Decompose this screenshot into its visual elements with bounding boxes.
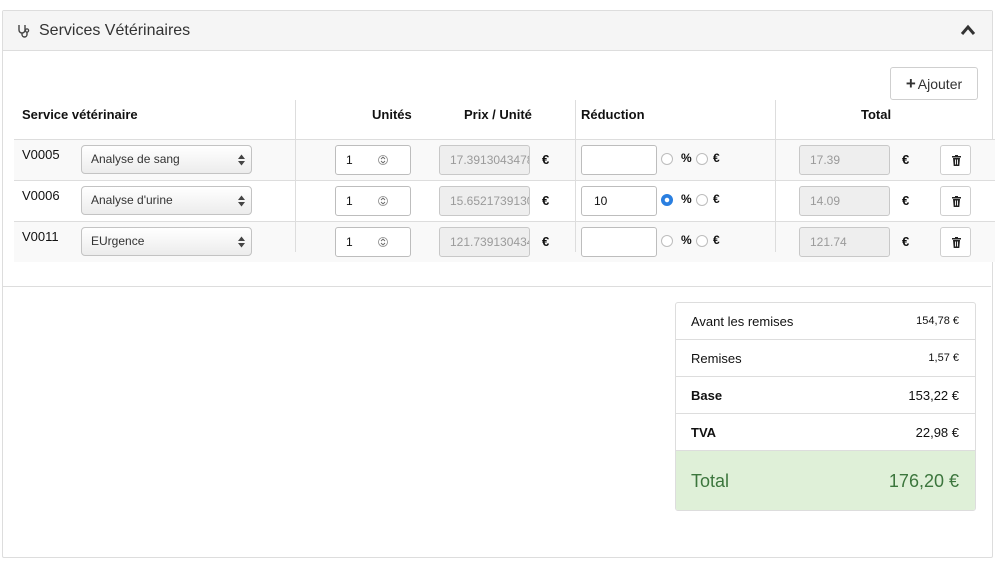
row-total-value: 14.09: [810, 194, 841, 208]
service-select[interactable]: Analyse de sang: [81, 145, 252, 174]
totals-summary: Avant les remises 154,78 € Remises 1,57 …: [675, 302, 976, 511]
discount-euro-radio[interactable]: [696, 153, 708, 165]
discount-input[interactable]: [581, 145, 657, 175]
currency-symbol: €: [902, 152, 910, 167]
row-total-field: 121.74: [799, 227, 890, 257]
trash-icon: [952, 155, 961, 166]
discount-value: 10: [594, 194, 608, 208]
row-divider: [14, 221, 995, 222]
summary-base: Base 153,22 €: [676, 377, 975, 414]
delete-row-button[interactable]: [940, 145, 971, 175]
unit-price-value: 17.3913043478: [450, 153, 530, 167]
currency-symbol: €: [542, 193, 550, 208]
delete-row-button[interactable]: [940, 186, 971, 216]
currency-symbol: €: [902, 234, 910, 249]
panel-title: Services Vétérinaires: [39, 22, 191, 39]
units-value: 1: [346, 194, 353, 208]
discount-percent-radio[interactable]: [661, 194, 673, 206]
select-arrows-icon: [238, 236, 245, 248]
row-total-value: 17.39: [810, 153, 841, 167]
discount-input[interactable]: 10: [581, 186, 657, 216]
service-select-value: EUrgence: [91, 234, 145, 248]
discount-percent-radio[interactable]: [661, 153, 673, 165]
select-arrows-icon: [238, 154, 245, 166]
summary-value: 1,57 €: [928, 352, 959, 364]
service-code: V0005: [22, 147, 60, 162]
row-total-field: 17.39: [799, 145, 890, 175]
summary-value: 154,78 €: [916, 315, 959, 327]
spinner-icon[interactable]: [378, 235, 388, 249]
chevron-up-icon[interactable]: [960, 23, 976, 37]
discount-percent-radio[interactable]: [661, 235, 673, 247]
row-divider: [14, 139, 995, 140]
euro-label: €: [713, 192, 720, 206]
summary-value: 153,22 €: [908, 388, 959, 403]
percent-label: %: [681, 233, 692, 247]
column-divider: [775, 100, 776, 252]
service-code: V0006: [22, 188, 60, 203]
add-service-button[interactable]: + Ajouter: [890, 67, 978, 100]
select-arrows-icon: [238, 195, 245, 207]
summary-vat: TVA 22,98 €: [676, 414, 975, 451]
euro-label: €: [713, 151, 720, 165]
discount-euro-radio[interactable]: [696, 235, 708, 247]
column-divider: [295, 100, 296, 252]
trash-icon: [952, 237, 961, 248]
service-select-value: Analyse de sang: [91, 152, 180, 166]
currency-symbol: €: [542, 234, 550, 249]
plus-icon: +: [905, 74, 916, 93]
grand-total-value: 176,20 €: [888, 471, 959, 491]
units-value: 1: [346, 235, 353, 249]
currency-symbol: €: [542, 152, 550, 167]
discount-input[interactable]: [581, 227, 657, 257]
summary-value: 22,98 €: [915, 425, 959, 440]
euro-label: €: [713, 233, 720, 247]
row-total-value: 121.74: [810, 235, 847, 249]
summary-label: Remises: [691, 351, 742, 366]
percent-label: %: [681, 192, 692, 206]
column-divider: [575, 100, 576, 252]
discount-euro-radio[interactable]: [696, 194, 708, 206]
header-total: Total: [861, 107, 892, 122]
units-input[interactable]: 1: [335, 145, 411, 175]
units-value: 1: [346, 153, 353, 167]
summary-label: TVA: [691, 425, 717, 440]
row-total-field: 14.09: [799, 186, 890, 216]
summary-grand-total: Total 176,20 €: [676, 451, 975, 510]
summary-label: Avant les remises: [691, 314, 794, 329]
service-select[interactable]: Analyse d'urine: [81, 186, 252, 215]
header-discount: Réduction: [581, 107, 645, 122]
header-service: Service vétérinaire: [22, 107, 138, 122]
unit-price-value: 121.7391304348: [450, 235, 529, 249]
spinner-icon[interactable]: [378, 153, 388, 167]
summary-label: Base: [691, 388, 723, 403]
section-divider: [2, 286, 991, 287]
grand-total-label: Total: [691, 471, 730, 491]
header-units: Unités: [372, 107, 412, 122]
trash-icon: [952, 196, 961, 207]
stethoscope-icon: [18, 25, 30, 38]
currency-symbol: €: [902, 193, 910, 208]
unit-price-field: 17.3913043478: [439, 145, 530, 175]
unit-price-field: 121.7391304348: [439, 227, 530, 257]
units-input[interactable]: 1: [335, 227, 411, 257]
row-divider: [14, 180, 995, 181]
service-code: V0011: [22, 229, 59, 244]
summary-discounts: Remises 1,57 €: [676, 340, 975, 377]
summary-before-discounts: Avant les remises 154,78 €: [676, 303, 975, 340]
spinner-icon[interactable]: [378, 194, 388, 208]
add-button-label: Ajouter: [917, 75, 963, 92]
service-select[interactable]: EUrgence: [81, 227, 252, 256]
header-unit-price: Prix / Unité: [464, 107, 532, 122]
delete-row-button[interactable]: [940, 227, 971, 257]
units-input[interactable]: 1: [335, 186, 411, 216]
unit-price-value: 15.6521739130: [450, 194, 530, 208]
unit-price-field: 15.6521739130: [439, 186, 530, 216]
percent-label: %: [681, 151, 692, 165]
panel-header: Services Vétérinaires: [3, 11, 992, 51]
service-select-value: Analyse d'urine: [91, 193, 173, 207]
